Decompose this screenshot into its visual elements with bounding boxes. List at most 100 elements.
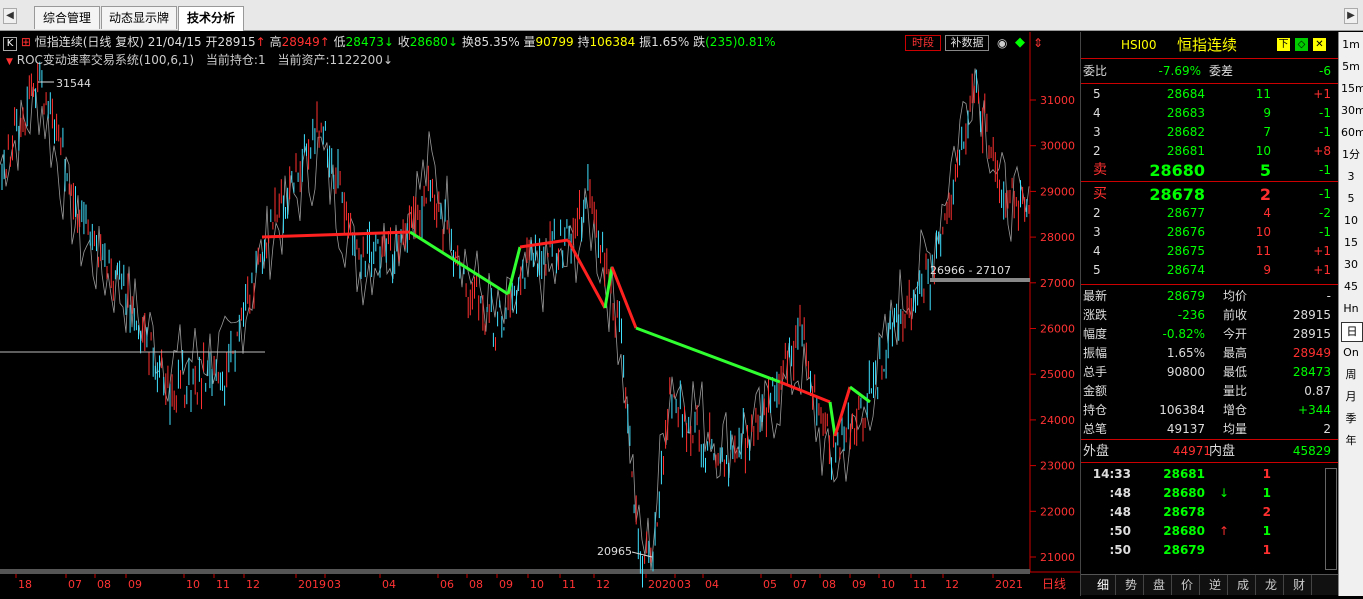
- stat-label: 持仓: [1083, 403, 1108, 417]
- bid-volume: 2: [1259, 185, 1271, 204]
- tick-price: 28680: [1163, 486, 1205, 500]
- swap-icon[interactable]: ◇: [1295, 38, 1308, 51]
- panel-tab[interactable]: 成: [1231, 575, 1256, 595]
- turnover-value: 85.35%: [473, 35, 520, 49]
- panel-tab[interactable]: 逆: [1203, 575, 1228, 595]
- period-button[interactable]: 60m: [1341, 124, 1363, 142]
- period-button[interactable]: 季: [1341, 410, 1361, 428]
- scroll-left-icon[interactable]: ◀: [3, 8, 17, 24]
- bid-price[interactable]: 28678: [1141, 185, 1205, 204]
- bid-price[interactable]: 28675: [1141, 242, 1205, 261]
- period-button[interactable]: 周: [1341, 366, 1361, 384]
- chart-area[interactable]: 31000 30000 29000 28000 27000 26000 25000 24000…: [0, 32, 1080, 596]
- tick-scrollbar[interactable]: [1325, 468, 1337, 570]
- close-icon[interactable]: ✕: [1313, 38, 1326, 51]
- asset-label: 当前资产:1122200: [277, 53, 383, 67]
- stat-label: 今开: [1223, 327, 1248, 341]
- x-tick-label: 11: [913, 578, 927, 591]
- tab-technical-analysis[interactable]: 技术分析: [178, 6, 244, 31]
- period-button[interactable]: 30m: [1341, 102, 1363, 120]
- stat-value: 28915: [1292, 308, 1331, 322]
- scroll-right-icon[interactable]: ▶: [1344, 8, 1358, 24]
- ask-price[interactable]: 28682: [1141, 123, 1205, 142]
- period-button[interactable]: 5m: [1341, 58, 1361, 76]
- x-tick-label: 2019: [298, 578, 326, 591]
- panel-tab[interactable]: 财: [1287, 575, 1312, 595]
- period-button[interactable]: 月: [1341, 388, 1361, 406]
- ask-change: -1: [1319, 163, 1331, 177]
- panel-tab[interactable]: 细: [1091, 575, 1116, 595]
- period-button[interactable]: 30: [1341, 256, 1361, 274]
- panel-tab[interactable]: 势: [1119, 575, 1144, 595]
- ask-change: -1: [1319, 125, 1331, 139]
- tab-comprehensive[interactable]: 综合管理: [34, 6, 100, 29]
- hold-value: 106384: [589, 35, 636, 49]
- gear-icon[interactable]: ⊞: [21, 35, 31, 49]
- clock-icon[interactable]: ◉: [997, 36, 1007, 50]
- tick-price: 28679: [1163, 543, 1205, 557]
- stat-value: +344: [1298, 403, 1331, 417]
- webi-label: 委比: [1083, 64, 1108, 78]
- kline-chart[interactable]: 31000 30000 29000 28000 27000 26000 25000 24000…: [0, 32, 1080, 596]
- bid-price[interactable]: 28676: [1141, 223, 1205, 242]
- open-label: 开: [205, 35, 218, 49]
- period-button[interactable]: On: [1341, 344, 1361, 362]
- panel-bottom-tabs: 细势盘价逆成龙财: [1081, 574, 1339, 595]
- stat-value: 0.87: [1304, 384, 1331, 398]
- timeshare-button[interactable]: 时段: [905, 35, 941, 51]
- period-button[interactable]: 45: [1341, 278, 1361, 296]
- bid-price[interactable]: 28674: [1141, 261, 1205, 280]
- tick-time: :48: [1109, 505, 1132, 519]
- tick-time: :48: [1109, 486, 1132, 500]
- stat-value: 28915: [1292, 327, 1331, 341]
- x-tick-label: 04: [382, 578, 396, 591]
- y-tick-label: 26000: [1040, 323, 1075, 336]
- volume-label: 量: [523, 35, 536, 49]
- y-tick-label: 30000: [1040, 140, 1075, 153]
- period-button[interactable]: 15: [1341, 234, 1361, 252]
- period-button[interactable]: 1分: [1341, 146, 1361, 164]
- chart-scrollbar[interactable]: [0, 569, 1030, 574]
- down-icon[interactable]: 下: [1277, 38, 1290, 51]
- period-button[interactable]: 5: [1341, 190, 1361, 208]
- period-button[interactable]: 1m: [1341, 36, 1361, 54]
- system-name: ROC变动速率交易系统(100,6,1): [16, 53, 195, 67]
- supplement-data-button[interactable]: 补数据: [945, 35, 989, 51]
- ask-price[interactable]: 28680: [1141, 161, 1205, 180]
- ask-price[interactable]: 28684: [1141, 85, 1205, 104]
- period-button[interactable]: 日: [1341, 322, 1363, 342]
- x-tick-label: 10: [530, 578, 544, 591]
- x-tick-label: 09: [852, 578, 866, 591]
- bid-price[interactable]: 28677: [1141, 204, 1205, 223]
- amplitude-value: 1.65%: [651, 35, 690, 49]
- tab-dynamic-board[interactable]: 动态显示牌: [101, 6, 177, 29]
- panel-tab[interactable]: 盘: [1147, 575, 1172, 595]
- period-button[interactable]: 15m: [1341, 80, 1363, 98]
- close-value: 28680: [409, 35, 448, 49]
- stat-value: 49137: [1166, 422, 1205, 436]
- period-button[interactable]: Hn: [1341, 300, 1361, 318]
- y-tick-label: 31000: [1040, 94, 1075, 107]
- stat-value: 106384: [1159, 403, 1205, 417]
- ask-price[interactable]: 28681: [1141, 142, 1205, 161]
- ask-level: 5: [1093, 87, 1101, 101]
- period-button[interactable]: 10: [1341, 212, 1361, 230]
- x-tick-label: 08: [469, 578, 483, 591]
- panel-tab[interactable]: 龙: [1259, 575, 1284, 595]
- stat-value: [1141, 382, 1205, 401]
- x-tick-label: 03: [327, 578, 341, 591]
- ask-change: +8: [1313, 144, 1331, 158]
- panel-tab[interactable]: 价: [1175, 575, 1200, 595]
- quote-panel: HSI00 恒指连续 下 ◇ ✕ 委比 -7.69% 委差 -6 5 28684 1…: [1080, 32, 1339, 596]
- ask-level: 4: [1093, 106, 1101, 120]
- stat-value: -236: [1177, 308, 1205, 322]
- period-button[interactable]: 年: [1341, 432, 1361, 450]
- k-button[interactable]: K: [3, 37, 17, 51]
- diamond-icon[interactable]: ◆: [1015, 35, 1025, 50]
- bid-level: 4: [1093, 244, 1101, 258]
- arrows-icon[interactable]: ⇕: [1033, 36, 1043, 50]
- bid-volume: 11: [1255, 244, 1271, 258]
- period-button[interactable]: 3: [1341, 168, 1361, 186]
- ask-price[interactable]: 28683: [1141, 104, 1205, 123]
- outer-value: 44971: [1172, 444, 1211, 458]
